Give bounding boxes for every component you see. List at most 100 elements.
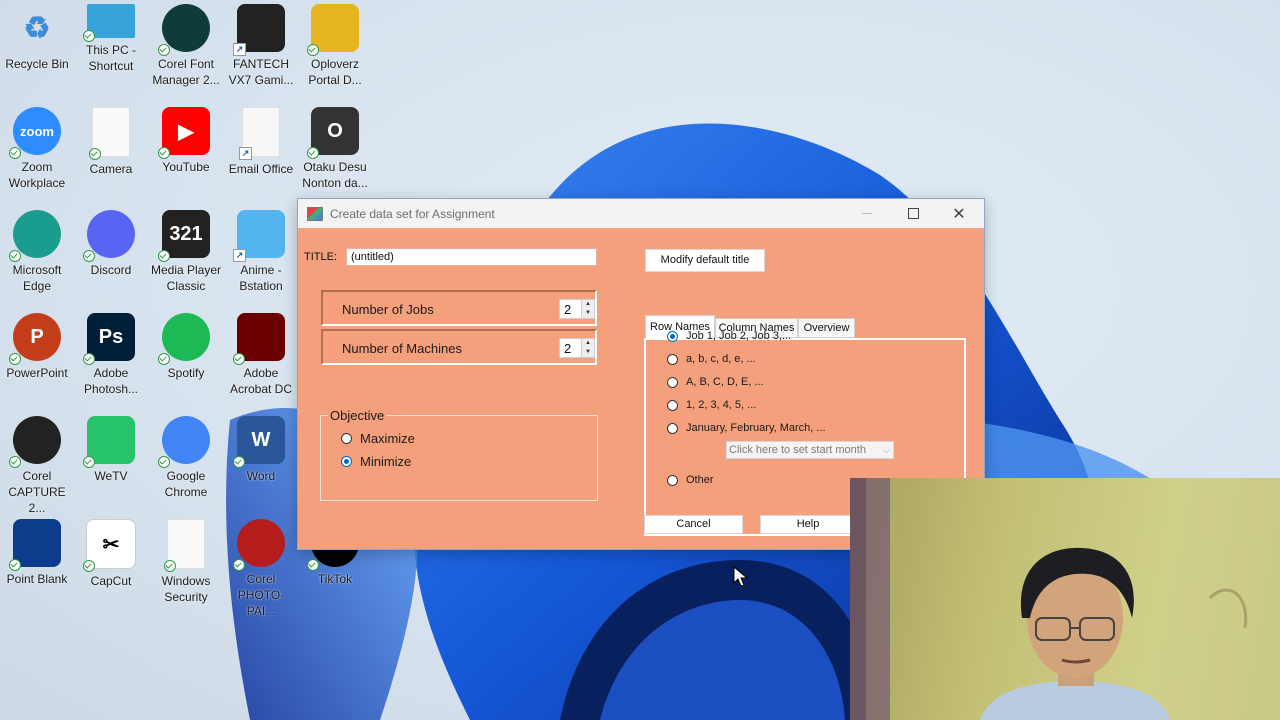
tab-overview[interactable]: Overview <box>798 318 855 338</box>
row-option-months[interactable]: January, February, March, ... <box>667 422 826 434</box>
chrome-icon <box>158 416 210 468</box>
minimize-button[interactable] <box>844 199 890 228</box>
sync-status-icon <box>9 456 21 468</box>
jobs-label: Number of Jobs <box>342 302 434 317</box>
desktop-icon[interactable]: Corel PHOTO-PAI... <box>224 519 298 619</box>
desktop-icon-label: Oploverz Portal D... <box>308 57 362 87</box>
email-document-icon: ↗ <box>239 107 280 160</box>
desktop-icon[interactable]: Discord <box>74 210 148 278</box>
minimize-radio[interactable]: Minimize <box>341 454 411 469</box>
desktop-icon-label: Word <box>246 469 276 483</box>
desktop-icon[interactable]: ✂ CapCut <box>74 519 148 589</box>
row-option-label: a, b, c, d, e, ... <box>686 353 756 365</box>
title-input[interactable]: (untitled) <box>346 248 597 266</box>
youtube-icon: ▶ <box>158 107 210 159</box>
desktop-icon[interactable]: This PC - Shortcut <box>74 4 148 74</box>
radio-icon <box>667 376 678 388</box>
sync-status-icon <box>89 148 101 160</box>
sync-status-icon <box>233 353 245 365</box>
webcam-overlay <box>850 478 1280 720</box>
desktop-icon[interactable]: ↗ Email Office <box>224 107 298 177</box>
close-button[interactable]: ✕ <box>936 199 982 228</box>
desktop-icon[interactable]: WeTV <box>74 416 148 484</box>
desktop-icon-label: Zoom Workplace <box>8 160 66 190</box>
shortcut-arrow-icon: ↗ <box>233 43 246 56</box>
desktop-icon-label: FANTECH VX7 Gami... <box>228 57 294 87</box>
zoom-icon: zoom <box>9 107 61 159</box>
desktop-icon[interactable]: zoom Zoom Workplace <box>0 107 74 191</box>
sync-status-icon <box>83 30 95 42</box>
row-option-other[interactable]: Other <box>667 474 714 486</box>
sync-status-icon <box>158 250 170 262</box>
sync-status-icon <box>83 250 95 262</box>
sync-status-icon <box>307 44 319 56</box>
desktop-icon[interactable]: Oploverz Portal D... <box>298 4 372 88</box>
monitor-icon <box>83 4 135 42</box>
document-icon <box>164 519 205 572</box>
stepper-up-icon[interactable]: ▲ <box>581 339 594 348</box>
desktop-icon[interactable]: ♻ Recycle Bin <box>0 4 74 72</box>
desktop-icon-label: Corel CAPTURE 2... <box>8 469 66 515</box>
mouse-cursor-icon <box>733 566 749 587</box>
row-option-uppercase[interactable]: A, B, C, D, E, ... <box>667 376 764 388</box>
edge-icon <box>9 210 61 262</box>
row-option-jobs[interactable]: Job 1, Job 2, Job 3,... <box>667 330 791 342</box>
desktop-icon-label: Adobe Photosh... <box>83 366 139 396</box>
row-option-numbers[interactable]: 1, 2, 3, 4, 5, ... <box>667 399 756 411</box>
desktop-icon[interactable]: O Otaku Desu Nonton da... <box>298 107 372 191</box>
desktop-icon[interactable]: Spotify <box>149 313 223 381</box>
row-option-label: January, February, March, ... <box>686 422 826 434</box>
desktop-icon[interactable]: Corel Font Manager 2... <box>149 4 223 88</box>
desktop-icon[interactable]: Ps Adobe Photosh... <box>74 313 148 397</box>
webcam-person-image <box>850 478 1248 720</box>
sync-status-icon <box>9 250 21 262</box>
desktop-icon[interactable]: ↗ FANTECH VX7 Gami... <box>224 4 298 88</box>
sync-status-icon <box>233 559 245 571</box>
stepper-down-icon[interactable]: ▼ <box>581 309 594 318</box>
chevron-down-icon: ⌵ <box>883 445 890 455</box>
sync-status-icon <box>233 456 245 468</box>
start-month-combo[interactable]: Click here to set start month ⌵ <box>726 441 894 459</box>
maximize-button[interactable] <box>890 199 936 228</box>
wetv-icon <box>83 416 135 468</box>
stepper-up-icon[interactable]: ▲ <box>581 300 594 309</box>
objective-legend: Objective <box>328 408 387 423</box>
desktop-icon[interactable]: Google Chrome <box>149 416 223 500</box>
jobs-stepper[interactable]: 2 ▲ ▼ <box>559 299 595 319</box>
desktop-icon[interactable]: W Word <box>224 416 298 484</box>
desktop-icon[interactable]: P PowerPoint <box>0 313 74 381</box>
desktop-icon-label: Corel Font Manager 2... <box>152 57 220 87</box>
machines-stepper[interactable]: 2 ▲ ▼ <box>559 338 595 358</box>
help-button[interactable]: Help <box>760 515 856 534</box>
desktop-icon[interactable]: Adobe Acrobat DC <box>224 313 298 397</box>
point-blank-icon <box>9 519 61 571</box>
radio-selected-icon <box>667 330 678 342</box>
anime-portal-icon <box>307 4 359 56</box>
dialog-titlebar[interactable]: Create data set for Assignment ✕ <box>298 199 984 228</box>
desktop-icon[interactable]: ▶ YouTube <box>149 107 223 175</box>
desktop-icon-label: PowerPoint <box>6 366 68 380</box>
desktop-icon[interactable]: Windows Security <box>149 519 223 605</box>
sync-status-icon <box>307 559 319 571</box>
spotify-icon <box>158 313 210 365</box>
close-icon: ✕ <box>952 204 966 223</box>
row-option-lowercase[interactable]: a, b, c, d, e, ... <box>667 353 756 365</box>
start-month-text: Click here to set start month <box>729 444 866 456</box>
desktop-icon[interactable]: ↗ Anime - Bstation <box>224 210 298 294</box>
desktop-icon[interactable]: Camera <box>74 107 148 177</box>
photoshop-icon: Ps <box>83 313 135 365</box>
desktop-icon[interactable]: Microsoft Edge <box>0 210 74 294</box>
maximize-radio[interactable]: Maximize <box>341 431 415 446</box>
stepper-down-icon[interactable]: ▼ <box>581 348 594 357</box>
shortcut-arrow-icon: ↗ <box>239 147 252 160</box>
machines-value: 2 <box>564 341 572 356</box>
sync-status-icon <box>158 147 170 159</box>
row-option-label: 1, 2, 3, 4, 5, ... <box>686 399 757 411</box>
row-option-label: Job 1, Job 2, Job 3,... <box>686 330 792 342</box>
radio-icon <box>667 399 678 411</box>
desktop-icon[interactable]: Corel CAPTURE 2... <box>0 416 74 516</box>
desktop-icon[interactable]: Point Blank <box>0 519 74 587</box>
modify-default-title-button[interactable]: Modify default title <box>645 249 765 272</box>
desktop-icon[interactable]: 321 Media Player Classic <box>149 210 223 294</box>
cancel-button[interactable]: Cancel <box>644 515 743 534</box>
